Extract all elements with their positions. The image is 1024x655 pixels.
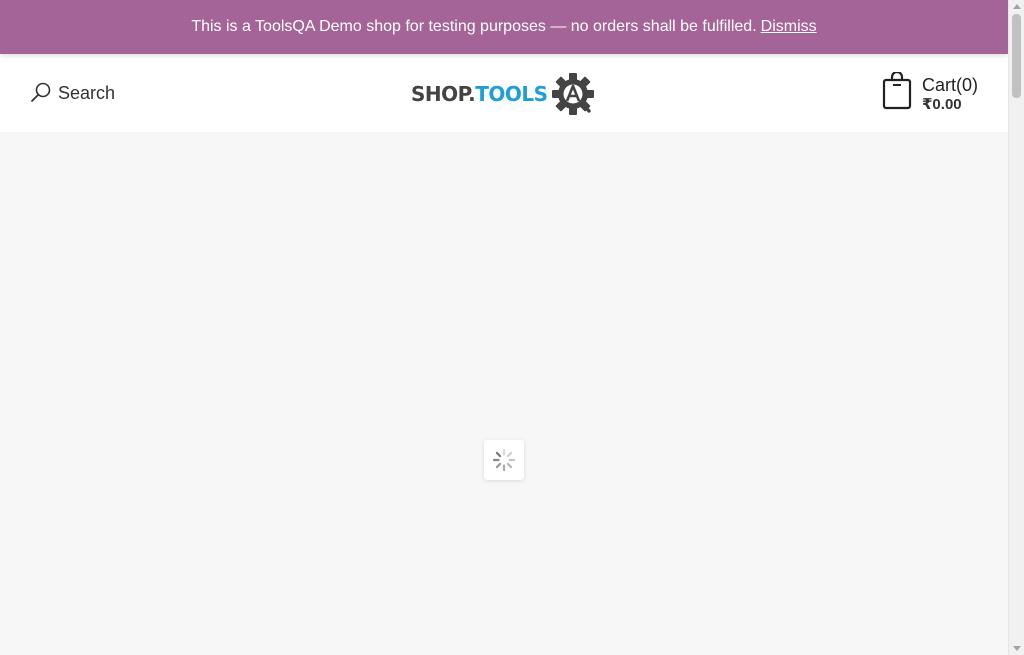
cart-link[interactable]: Cart(0) ₹0.00: [882, 72, 978, 114]
search-label: Search: [58, 82, 116, 103]
demo-notice-text: This is a ToolsQA Demo shop for testing …: [191, 18, 757, 35]
search-icon: [31, 82, 51, 102]
logo-tools-text: TOOLS: [475, 82, 548, 106]
demo-store-notice: This is a ToolsQA Demo shop for testing …: [0, 0, 1008, 54]
shopping-bag-icon: [882, 72, 912, 110]
logo-shop-text: SHOP.: [411, 82, 476, 106]
scrollbar-thumb[interactable]: [1012, 14, 1021, 98]
cart-count-label: Cart(0): [922, 75, 979, 95]
gear-qa-icon: [551, 73, 594, 115]
main-content: [0, 132, 1008, 655]
page-scrollbar[interactable]: [1008, 0, 1024, 655]
dismiss-link[interactable]: Dismiss: [761, 18, 817, 36]
search-toggle[interactable]: Search: [30, 82, 115, 104]
site-logo[interactable]: SHOP. TOOLS: [411, 72, 595, 116]
spinner-icon: [492, 448, 516, 472]
site-header: Search SHOP. TOOLS Cart(0) ₹0.00: [0, 54, 1008, 132]
cart-summary: Cart(0) ₹0.00: [922, 72, 978, 114]
cart-total: ₹0.00: [922, 96, 962, 113]
scroll-down-arrow-icon[interactable]: [1013, 646, 1021, 651]
scroll-up-arrow-icon[interactable]: [1013, 4, 1021, 9]
page: This is a ToolsQA Demo shop for testing …: [0, 0, 1008, 655]
loading-overlay: [484, 440, 524, 480]
